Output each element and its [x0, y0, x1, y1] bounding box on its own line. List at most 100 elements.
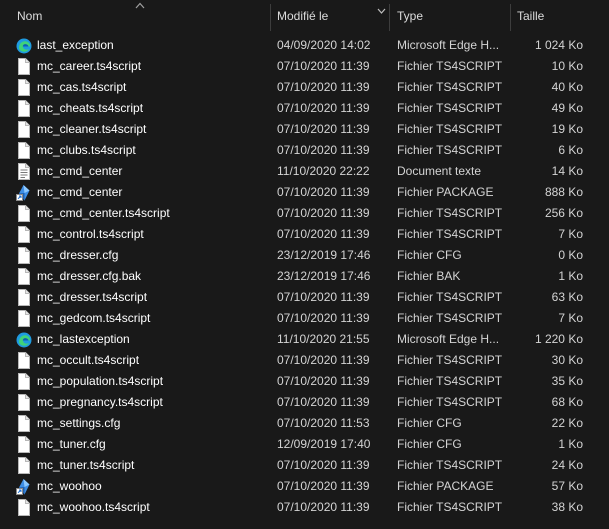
- file-row[interactable]: mc_woohoo.ts4script 07/10/2020 11:39 Fichi…: [0, 497, 609, 518]
- file-type: Microsoft Edge H...: [397, 38, 500, 52]
- file-type: Fichier TS4SCRIPT: [397, 500, 503, 514]
- column-header-size[interactable]: Taille: [511, 0, 609, 33]
- file-modified-date: 07/10/2020 11:39: [277, 458, 370, 472]
- file-icon: [18, 79, 30, 96]
- file-modified-date: 07/10/2020 11:39: [277, 227, 370, 241]
- file-modified-date: 07/10/2020 11:39: [277, 374, 370, 388]
- file-row[interactable]: mc_lastexception 11/10/2020 21:55 Microsof…: [0, 329, 609, 350]
- file-name: mc_cmd_center: [37, 185, 123, 199]
- file-row[interactable]: mc_clubs.ts4script 07/10/2020 11:39 Fichie…: [0, 140, 609, 161]
- file-size: 7 Ko: [558, 311, 583, 325]
- file-modified-date: 07/10/2020 11:39: [277, 59, 370, 73]
- file-name: mc_dresser.cfg.bak: [37, 269, 142, 283]
- chevron-down-icon[interactable]: [377, 8, 386, 14]
- file-row[interactable]: mc_cheats.ts4script 07/10/2020 11:39 Fichi…: [0, 98, 609, 119]
- file-modified-date: 07/10/2020 11:39: [277, 353, 370, 367]
- file-row[interactable]: mc_settings.cfg 07/10/2020 11:53 Fichier C…: [0, 413, 609, 434]
- file-modified-date: 07/10/2020 11:39: [277, 80, 370, 94]
- file-name: mc_pregnancy.ts4script: [37, 395, 163, 409]
- file-modified-date: 12/09/2019 17:40: [277, 437, 371, 451]
- file-modified-date: 07/10/2020 11:39: [277, 311, 370, 325]
- file-icon: [18, 352, 30, 369]
- file-row[interactable]: mc_gedcom.ts4script 07/10/2020 11:39 Fichi…: [0, 308, 609, 329]
- file-modified-date: 07/10/2020 11:53: [277, 416, 370, 430]
- file-type: Document texte: [397, 164, 482, 178]
- file-modified-date: 23/12/2019 17:46: [277, 248, 371, 262]
- file-name: mc_woohoo.ts4script: [37, 500, 150, 514]
- file-row[interactable]: mc_control.ts4script 07/10/2020 11:39 Fich…: [0, 224, 609, 245]
- file-row[interactable]: last_exception 04/09/2020 14:02 Microsoft …: [0, 35, 609, 56]
- file-type: Fichier CFG: [397, 248, 462, 262]
- file-name: mc_career.ts4script: [37, 59, 142, 73]
- file-size: 10 Ko: [551, 59, 583, 73]
- file-size: 40 Ko: [551, 80, 583, 94]
- file-row[interactable]: mc_tuner.cfg 12/09/2019 17:40 Fichier CFG 1…: [0, 434, 609, 455]
- file-name: mc_tuner.cfg: [37, 437, 106, 451]
- file-icon: [18, 394, 30, 411]
- file-modified-date: 11/10/2020 22:22: [277, 164, 370, 178]
- sims-package-icon: [16, 185, 30, 201]
- file-size: 19 Ko: [551, 122, 583, 136]
- file-row[interactable]: mc_cmd_center.ts4script 07/10/2020 11:39 F…: [0, 203, 609, 224]
- file-size: 68 Ko: [551, 395, 583, 409]
- file-name: mc_tuner.ts4script: [37, 458, 135, 472]
- file-size: 888 Ko: [544, 185, 583, 199]
- file-type: Fichier TS4SCRIPT: [397, 374, 503, 388]
- file-row[interactable]: mc_cleaner.ts4script 07/10/2020 11:39 Fich…: [0, 119, 609, 140]
- file-row[interactable]: mc_dresser.cfg 23/12/2019 17:46 Fichier CF…: [0, 245, 609, 266]
- file-size: 22 Ko: [551, 416, 583, 430]
- file-icon: [18, 142, 30, 159]
- file-type: Fichier TS4SCRIPT: [397, 353, 503, 367]
- file-modified-date: 23/12/2019 17:46: [277, 269, 371, 283]
- file-row[interactable]: mc_dresser.ts4script 07/10/2020 11:39 Fich…: [0, 287, 609, 308]
- file-icon: [18, 247, 30, 264]
- file-type: Fichier TS4SCRIPT: [397, 143, 503, 157]
- file-type: Fichier TS4SCRIPT: [397, 80, 503, 94]
- file-size: 6 Ko: [558, 143, 583, 157]
- file-type: Fichier CFG: [397, 416, 462, 430]
- file-size: 256 Ko: [544, 206, 583, 220]
- file-row[interactable]: mc_cmd_center 07/10/2020 11:39 Fichier PAC…: [0, 182, 609, 203]
- file-row[interactable]: mc_pregnancy.ts4script 07/10/2020 11:39 Fi…: [0, 392, 609, 413]
- file-icon: [18, 121, 30, 138]
- file-name: mc_clubs.ts4script: [37, 143, 136, 157]
- file-size: 1 220 Ko: [534, 332, 583, 346]
- file-name: mc_cheats.ts4script: [37, 101, 144, 115]
- file-modified-date: 07/10/2020 11:39: [277, 206, 370, 220]
- file-name: mc_occult.ts4script: [37, 353, 140, 367]
- column-header-date[interactable]: Modifié le: [271, 0, 389, 33]
- file-type: Fichier TS4SCRIPT: [397, 206, 503, 220]
- column-header-name[interactable]: Nom: [0, 0, 270, 33]
- file-modified-date: 07/10/2020 11:39: [277, 290, 370, 304]
- column-header-type[interactable]: Type: [390, 0, 510, 33]
- file-name: mc_cleaner.ts4script: [37, 122, 147, 136]
- file-row[interactable]: mc_cmd_center 11/10/2020 22:22 Document te…: [0, 161, 609, 182]
- file-type: Fichier TS4SCRIPT: [397, 122, 503, 136]
- file-modified-date: 07/10/2020 11:39: [277, 479, 370, 493]
- file-row[interactable]: mc_woohoo 07/10/2020 11:39 Fichier PACKAGE…: [0, 476, 609, 497]
- file-row[interactable]: mc_tuner.ts4script 07/10/2020 11:39 Fichie…: [0, 455, 609, 476]
- file-icon: [18, 100, 30, 117]
- file-modified-date: 07/10/2020 11:39: [277, 185, 370, 199]
- file-icon: [18, 310, 30, 327]
- file-row[interactable]: mc_population.ts4script 07/10/2020 11:39 F…: [0, 371, 609, 392]
- file-modified-date: 11/10/2020 21:55: [277, 332, 370, 346]
- file-name: last_exception: [37, 38, 114, 52]
- file-row[interactable]: mc_career.ts4script 07/10/2020 11:39 Fichi…: [0, 56, 609, 77]
- file-icon: [18, 457, 30, 474]
- file-type: Fichier CFG: [397, 437, 462, 451]
- file-row[interactable]: mc_dresser.cfg.bak 23/12/2019 17:46 Fichie…: [0, 266, 609, 287]
- file-type: Fichier PACKAGE: [397, 479, 494, 493]
- file-size: 49 Ko: [551, 101, 583, 115]
- file-modified-date: 07/10/2020 11:39: [277, 500, 370, 514]
- file-row[interactable]: mc_occult.ts4script 07/10/2020 11:39 Fichi…: [0, 350, 609, 371]
- file-name: mc_cmd_center.ts4script: [37, 206, 170, 220]
- sims-package-icon: [16, 479, 30, 495]
- file-row[interactable]: mc_cas.ts4script 07/10/2020 11:39 Fichier …: [0, 77, 609, 98]
- file-type: Fichier TS4SCRIPT: [397, 311, 503, 325]
- file-size: 63 Ko: [551, 290, 583, 304]
- file-icon: [18, 226, 30, 243]
- file-list: last_exception 04/09/2020 14:02 Microsoft …: [0, 35, 609, 518]
- file-icon: [18, 415, 30, 432]
- file-name: mc_dresser.ts4script: [37, 290, 148, 304]
